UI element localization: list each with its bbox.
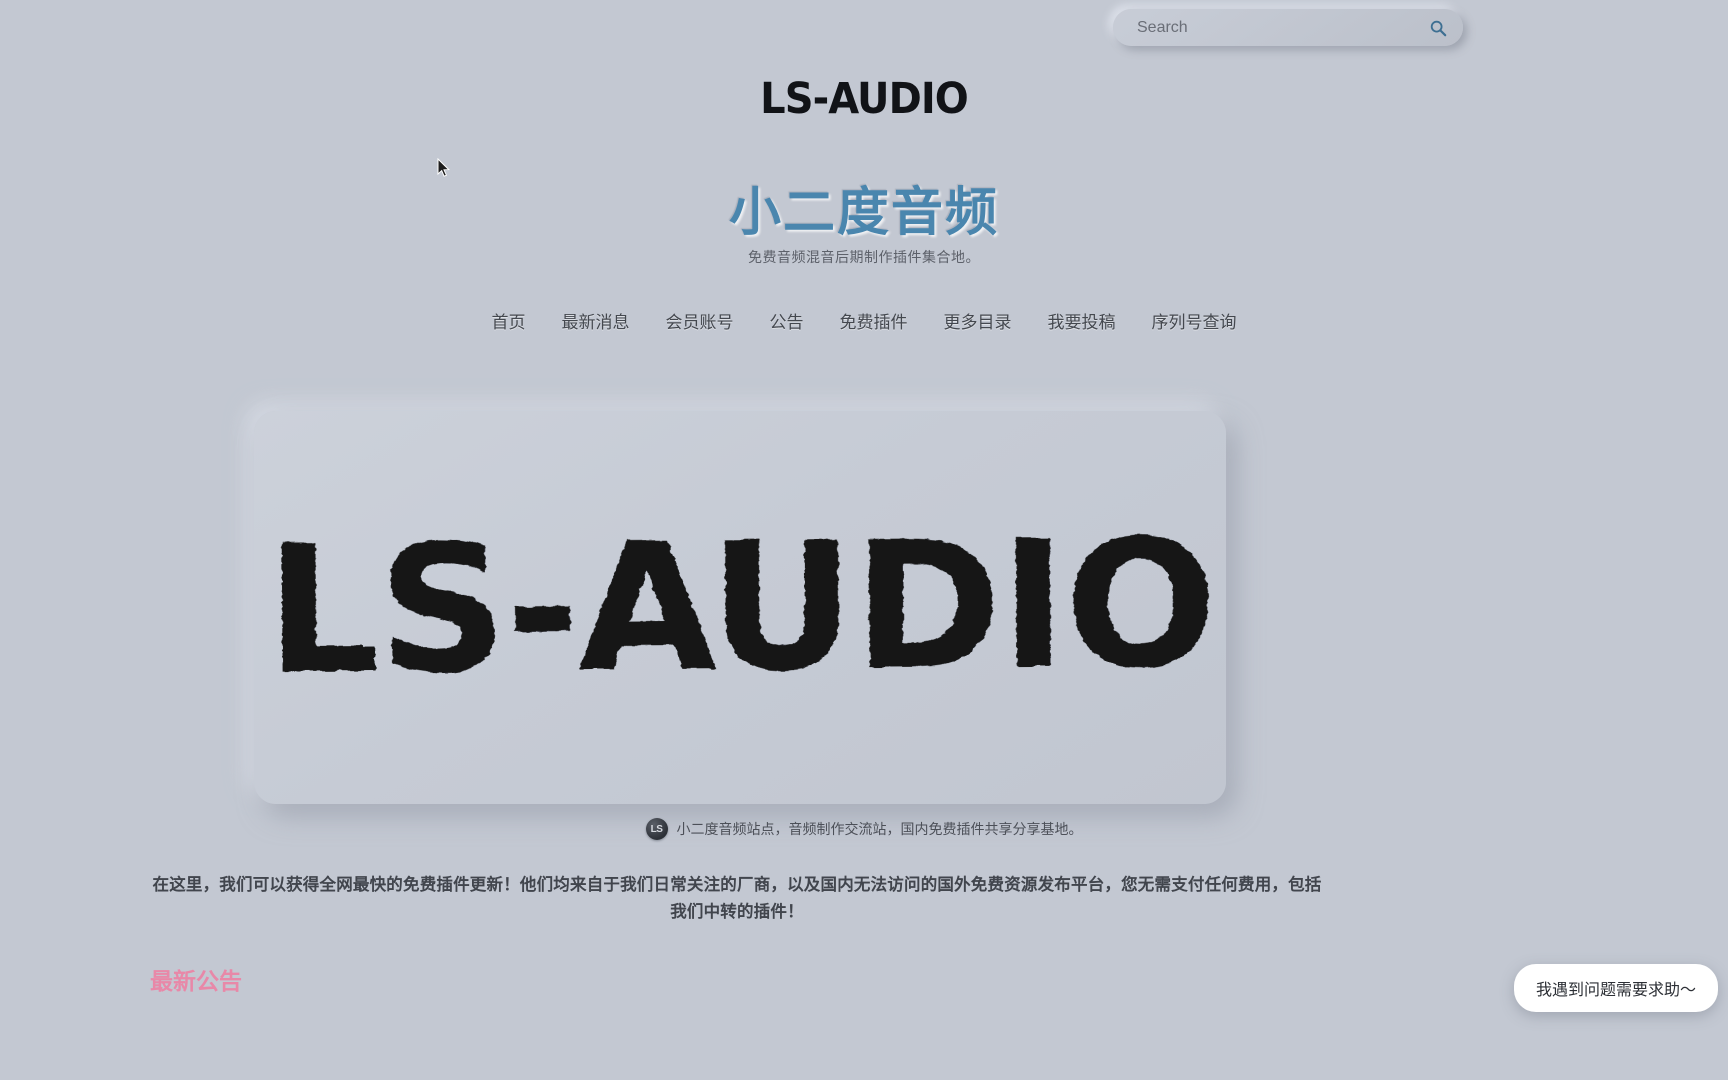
search-icon[interactable] xyxy=(1429,19,1447,37)
hero-banner[interactable]: LS-AUDIO xyxy=(254,411,1226,804)
help-chat-button[interactable]: 我遇到问题需要求助～ xyxy=(1513,964,1718,1012)
search-input[interactable] xyxy=(1137,18,1429,37)
page-tagline: 免费音频混音后期制作插件集合地。 xyxy=(748,249,980,265)
nav-item-serial-lookup[interactable]: 序列号查询 xyxy=(1148,306,1241,335)
nav-item-account[interactable]: 会员账号 xyxy=(662,306,738,335)
site-caption-text: 小二度音频站点，音频制作交流站，国内免费插件共享分享基地。 xyxy=(676,821,1083,837)
mouse-cursor xyxy=(437,157,451,178)
nav-item-more-categories[interactable]: 更多目录 xyxy=(940,306,1016,335)
page-title: 小二度音频 xyxy=(728,184,999,242)
nav-item-submit[interactable]: 我要投稿 xyxy=(1044,306,1120,335)
site-caption: LS 小二度音频站点，音频制作交流站，国内免费插件共享分享基地。 xyxy=(0,818,1728,840)
latest-announcement-heading: 最新公告 xyxy=(150,968,242,994)
hero-banner-text: LS-AUDIO xyxy=(264,501,1216,714)
avatar: LS xyxy=(645,818,668,840)
nav-item-announcements[interactable]: 公告 xyxy=(766,306,808,335)
nav-item-news[interactable]: 最新消息 xyxy=(558,306,634,335)
nav-item-free-plugins[interactable]: 免费插件 xyxy=(836,306,912,335)
nav-item-home[interactable]: 首页 xyxy=(488,306,530,335)
search-bar[interactable] xyxy=(1113,9,1463,46)
search-box[interactable] xyxy=(1113,9,1463,46)
main-navigation: 首页 最新消息 会员账号 公告 免费插件 更多目录 我要投稿 序列号查询 xyxy=(0,306,1728,335)
site-logo[interactable]: LS-AUDIO xyxy=(60,74,1667,124)
intro-paragraph: 在这里，我们可以获得全网最快的免费插件更新！他们均来自于我们日常关注的厂商，以及… xyxy=(152,876,1322,921)
